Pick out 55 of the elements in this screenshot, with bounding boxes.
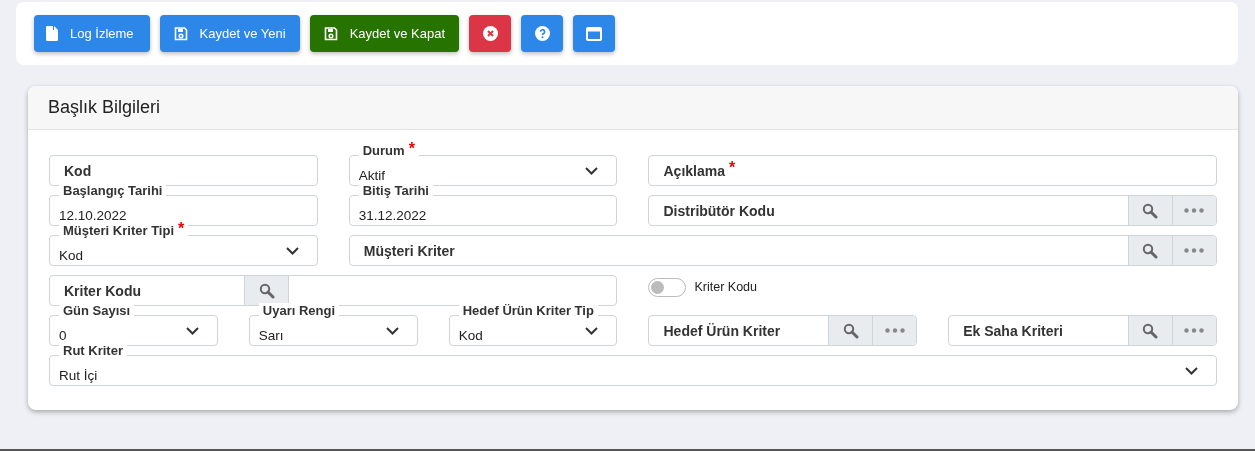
- search-icon: [1142, 202, 1159, 219]
- toolbar-button[interactable]: Kaydet ve Kapat: [309, 15, 460, 52]
- field-label: Başlangıç Tarihi: [59, 183, 167, 199]
- search-button[interactable]: [828, 316, 873, 345]
- chevron-down-icon: [585, 166, 599, 175]
- help-button[interactable]: [521, 15, 564, 52]
- window-icon: [586, 26, 603, 41]
- field-label: Hedef Ürün Kriter Tip: [458, 303, 598, 319]
- toggle-label: Kriter Kodu: [694, 280, 757, 294]
- window-button[interactable]: [573, 15, 616, 52]
- dropdown-field[interactable]: Rut İçi: [49, 355, 1217, 386]
- chevron-down-icon: [585, 326, 599, 335]
- close-button[interactable]: [469, 15, 512, 52]
- search-icon: [258, 282, 275, 299]
- document-icon: [46, 26, 58, 41]
- search-button[interactable]: [1128, 196, 1172, 225]
- search-button[interactable]: [1128, 236, 1172, 265]
- more-icon: [1184, 328, 1205, 333]
- field-label: Bitiş Tarihi: [358, 183, 433, 199]
- field-label: Gün Sayısı: [59, 303, 135, 319]
- more-button[interactable]: [1172, 236, 1216, 265]
- toggle-switch[interactable]: [648, 277, 687, 297]
- more-button[interactable]: [872, 316, 917, 345]
- field-label: Müşteri Kriter Tipi *: [59, 223, 189, 239]
- input-field[interactable]: Açıklama *: [648, 155, 1217, 186]
- lookup-field[interactable]: Müşteri Kriter: [348, 235, 1217, 266]
- chevron-down-icon: [185, 326, 199, 335]
- more-icon: [884, 328, 905, 333]
- help-icon: [534, 26, 550, 41]
- chevron-down-icon: [385, 326, 399, 335]
- field-label: Rut Kriter: [59, 343, 127, 359]
- input-field[interactable]: Kod: [49, 155, 318, 186]
- search-icon: [842, 322, 859, 339]
- save-icon: [173, 26, 188, 41]
- card-title: Başlık Bilgileri: [48, 97, 161, 118]
- lookup-field[interactable]: Hedef Ürün Kriter: [648, 315, 918, 346]
- lookup-field[interactable]: Distribütör Kodu: [648, 195, 1217, 226]
- dropdown-field[interactable]: Aktif: [348, 155, 618, 186]
- lookup-field[interactable]: Ek Saha Kriteri: [948, 315, 1217, 346]
- field-label: Uyarı Rengi: [258, 303, 340, 319]
- toolbar-button[interactable]: Log İzleme: [34, 15, 150, 52]
- more-button[interactable]: [1172, 196, 1216, 225]
- search-button[interactable]: [244, 276, 289, 305]
- chevron-down-icon: [285, 246, 299, 255]
- more-icon: [1184, 208, 1205, 213]
- search-icon: [1142, 242, 1159, 259]
- field-label: Durum *: [358, 143, 419, 159]
- more-button[interactable]: [1172, 316, 1216, 345]
- search-button[interactable]: [1128, 316, 1172, 345]
- search-icon: [1142, 322, 1159, 339]
- save-icon: [323, 26, 338, 41]
- toolbar-button[interactable]: Kaydet ve Yeni: [159, 15, 300, 52]
- more-icon: [1184, 248, 1205, 253]
- chevron-down-icon: [1185, 366, 1198, 375]
- close-icon: [482, 26, 498, 41]
